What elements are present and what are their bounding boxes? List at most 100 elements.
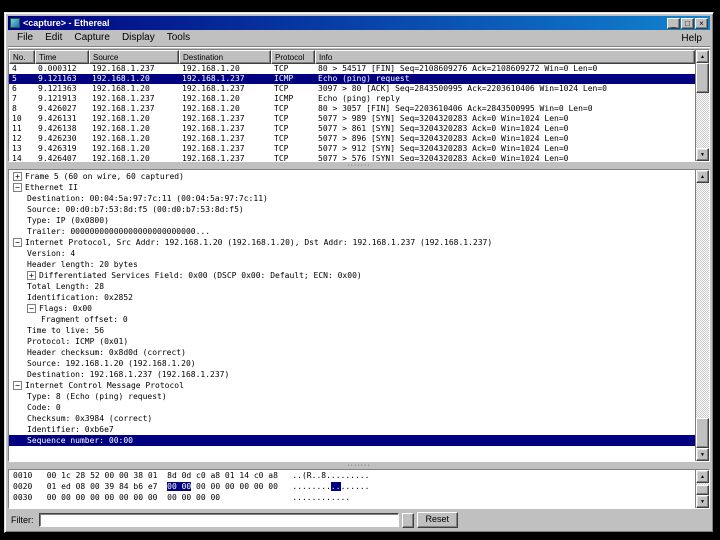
detail-line[interactable]: Fragment offset: 0 [9,314,695,325]
packet-row[interactable]: 109.426131192.168.1.20192.168.1.237TCP50… [9,114,695,124]
detail-text: Identifier: 0xb6e7 [27,425,114,434]
packet-cell: 192.168.1.20 [89,114,179,124]
menu-file[interactable]: File [12,31,40,45]
packet-row[interactable]: 119.426138192.168.1.20192.168.1.237TCP50… [9,124,695,134]
scroll-up-icon[interactable]: ▲ [696,50,709,63]
menu-display[interactable]: Display [117,31,162,45]
hex-ascii-selected[interactable]: .. [331,482,341,491]
detail-text: Internet Control Message Protocol [25,381,184,390]
hex-row[interactable]: 0010 00 1c 28 52 00 00 38 01 8d 0d c0 a8… [13,471,695,482]
menu-tools[interactable]: Tools [162,31,197,45]
detail-line[interactable]: Total Length: 28 [9,281,695,292]
scrollbar-thumb[interactable] [696,418,709,448]
expand-icon[interactable]: + [13,172,22,181]
hex-row[interactable]: 0030 00 00 00 00 00 00 00 00 00 00 00 00… [13,493,695,504]
minimize-button[interactable]: _ [667,18,680,29]
detail-line[interactable]: Time to live: 56 [9,325,695,336]
filter-dropdown-button[interactable] [402,513,414,528]
scrollbar-thumb[interactable] [696,485,709,495]
detail-line[interactable]: Source: 00:d0:b7:53:8d:f5 (00:d0:b7:53:8… [9,204,695,215]
packet-cell: 11 [9,124,35,134]
column-header-destination[interactable]: Destination [179,50,271,64]
hex-row[interactable]: 0020 01 ed 08 00 39 84 b6 e7 00 00 00 00… [13,482,695,493]
detail-line[interactable]: Code: 0 [9,402,695,413]
menu-capture[interactable]: Capture [69,31,117,45]
detail-line[interactable]: Header checksum: 0x8d0d (correct) [9,347,695,358]
reset-button[interactable]: Reset [417,512,459,528]
packet-row[interactable]: 69.121363192.168.1.20192.168.1.237TCP309… [9,84,695,94]
detail-line[interactable]: Checksum: 0x3984 (correct) [9,413,695,424]
collapse-icon[interactable]: − [27,304,36,313]
detail-line[interactable]: Identification: 0x2852 [9,292,695,303]
packet-list-scrollbar[interactable]: ▲ ▼ [695,50,709,161]
detail-text: Sequence number: 00:00 [27,436,133,445]
hex-bytes[interactable]: 00 1c 28 52 00 00 38 01 8d 0d c0 a8 01 1… [47,471,278,480]
window-title: <capture> - Ethereal [23,18,664,28]
close-button[interactable]: × [695,18,708,29]
menu-edit[interactable]: Edit [40,31,69,45]
packet-row[interactable]: 79.121913192.168.1.237192.168.1.20ICMPEc… [9,94,695,104]
detail-line[interactable]: −Internet Protocol, Src Addr: 192.168.1.… [9,237,695,248]
maximize-button[interactable]: □ [681,18,694,29]
scroll-down-icon[interactable]: ▼ [696,495,709,508]
scroll-up-icon[interactable]: ▲ [696,470,709,483]
hex-bytes[interactable]: 01 ed 08 00 39 84 b6 e7 [47,482,167,491]
hex-offset: 0020 [13,482,47,491]
column-header-info[interactable]: Info [315,50,695,64]
detail-text: Fragment offset: 0 [41,315,128,324]
filter-label[interactable]: Filter: [11,515,36,525]
hex-scrollbar[interactable]: ▲ ▼ [695,470,709,508]
detail-line[interactable]: −Ethernet II [9,182,695,193]
detail-line[interactable]: +Differentiated Services Field: 0x00 (DS… [9,270,695,281]
detail-line[interactable]: Type: IP (0x0800) [9,215,695,226]
column-header-protocol[interactable]: Protocol [271,50,315,64]
detail-line[interactable]: Type: 8 (Echo (ping) request) [9,391,695,402]
detail-text: Total Length: 28 [27,282,104,291]
details-scrollbar[interactable]: ▲ ▼ [695,170,709,461]
detail-line[interactable]: Source: 192.168.1.20 (192.168.1.20) [9,358,695,369]
scroll-down-icon[interactable]: ▼ [696,148,709,161]
detail-line[interactable]: Sequence number: 00:00 [9,435,695,446]
hex-ascii[interactable]: ............ [292,493,350,502]
detail-line[interactable]: −Flags: 0x00 [9,303,695,314]
packet-row[interactable]: 139.426319192.168.1.20192.168.1.237TCP50… [9,144,695,154]
detail-line[interactable]: −Internet Control Message Protocol [9,380,695,391]
packet-row[interactable]: 40.000312192.168.1.237192.168.1.20TCP80 … [9,64,695,74]
detail-line[interactable]: Header length: 20 bytes [9,259,695,270]
collapse-icon[interactable]: − [13,381,22,390]
scroll-down-icon[interactable]: ▼ [696,448,709,461]
column-header-no[interactable]: No. [9,50,35,64]
scroll-up-icon[interactable]: ▲ [696,170,709,183]
hex-bytes-selected[interactable]: 00 00 [167,482,191,491]
hex-bytes[interactable]: 00 00 00 00 00 00 00 00 00 00 00 00 [47,493,278,502]
hex-ascii[interactable]: ........ [292,482,331,491]
expand-icon[interactable]: + [27,271,36,280]
hex-ascii[interactable]: ..(R..8......... [292,471,369,480]
packet-cell: 192.168.1.20 [179,94,271,104]
scrollbar-thumb[interactable] [696,63,709,93]
hex-ascii[interactable]: ...... [341,482,370,491]
detail-line[interactable]: Destination: 192.168.1.237 (192.168.1.23… [9,369,695,380]
collapse-icon[interactable]: − [13,183,22,192]
menu-help[interactable]: Help [677,32,706,45]
collapse-icon[interactable]: − [13,238,22,247]
detail-line[interactable]: +Frame 5 (60 on wire, 60 captured) [9,171,695,182]
detail-line[interactable]: Destination: 00:04:5a:97:7c:11 (00:04:5a… [9,193,695,204]
column-header-source[interactable]: Source [89,50,179,64]
packet-row[interactable]: 89.426027192.168.1.237192.168.1.20TCP80 … [9,104,695,114]
detail-line[interactable]: Identifier: 0xb6e7 [9,424,695,435]
pane-splitter-top[interactable]: ······· [8,162,710,169]
detail-line[interactable]: Protocol: ICMP (0x01) [9,336,695,347]
packet-row[interactable]: 129.426230192.168.1.20192.168.1.237TCP50… [9,134,695,144]
detail-line[interactable]: Trailer: 00000000000000000000000000... [9,226,695,237]
packet-row[interactable]: 59.121163192.168.1.20192.168.1.237ICMPEc… [9,74,695,84]
packet-cell: Echo (ping) request [315,74,695,84]
ethereal-window: <capture> - Ethereal _ □ × File Edit Cap… [4,12,714,533]
filter-input[interactable] [39,513,399,527]
detail-line[interactable]: Version: 4 [9,248,695,259]
pane-splitter-bottom[interactable]: ······· [8,462,710,469]
hex-bytes[interactable]: 00 00 00 00 00 00 [191,482,278,491]
column-header-time[interactable]: Time [35,50,89,64]
title-bar[interactable]: <capture> - Ethereal _ □ × [8,16,710,30]
packet-row[interactable]: 149.426407192.168.1.20192.168.1.237TCP50… [9,154,695,161]
